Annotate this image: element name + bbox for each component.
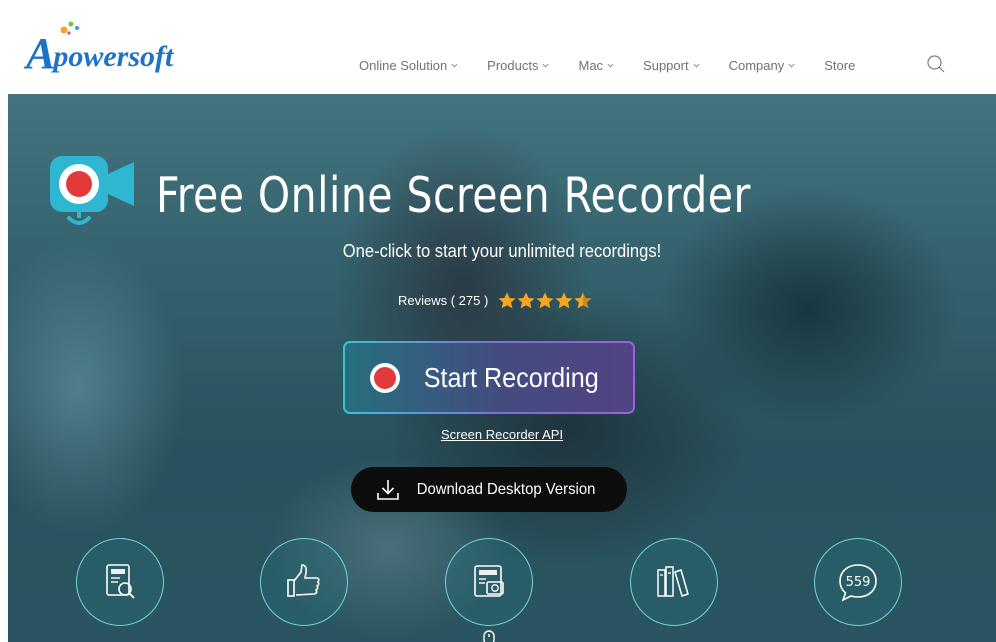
logo-text: powersoft	[53, 40, 174, 73]
star-rating	[498, 292, 593, 309]
document-search-icon	[106, 564, 135, 599]
reviews: Reviews ( 275 )	[398, 292, 593, 309]
nav-products[interactable]: Products	[487, 58, 549, 73]
feature-books[interactable]	[630, 538, 718, 626]
scroll-mouse-icon[interactable]	[482, 630, 496, 642]
thumbs-up-icon	[287, 564, 320, 597]
page: A powersoft Online Solution Products Mac	[8, 8, 996, 642]
star-icon	[536, 292, 554, 309]
page-title: Free Online Screen Recorder	[156, 166, 751, 224]
logo-dots-icon	[60, 21, 79, 35]
hero-subtitle: One-click to start your unlimited record…	[342, 241, 662, 261]
feature-camera-browser[interactable]	[445, 538, 533, 626]
apowersoft-logo[interactable]: A powersoft	[26, 21, 174, 78]
nav-mac[interactable]: Mac	[578, 58, 614, 73]
comment-count: 559	[845, 574, 871, 590]
logo-initial: A	[26, 29, 56, 78]
chevron-down-icon	[607, 63, 614, 68]
hero-title-row: Free Online Screen Recorder	[48, 152, 796, 238]
record-icon	[369, 362, 400, 393]
star-icon	[517, 292, 535, 309]
start-recording-button[interactable]: Start Recording	[343, 341, 635, 414]
feature-comments[interactable]: 559	[814, 538, 902, 626]
half-star-icon	[574, 292, 592, 309]
download-icon	[377, 479, 399, 500]
nav-online-solution[interactable]: Online Solution	[359, 58, 458, 73]
star-icon	[555, 292, 573, 309]
main-nav: Online Solution Products Mac Support Com…	[359, 58, 884, 73]
feature-document-search[interactable]	[76, 538, 164, 626]
chevron-down-icon	[693, 63, 700, 68]
chevron-down-icon	[543, 63, 549, 68]
reviews-count: Reviews ( 275 )	[398, 293, 489, 308]
start-recording-label: Start Recording	[423, 361, 599, 393]
download-desktop-label: Download Desktop Version	[416, 480, 596, 498]
chevron-down-icon	[451, 63, 458, 68]
screen-recorder-api-link[interactable]: Screen Recorder API	[8, 427, 996, 442]
search-icon[interactable]	[926, 54, 946, 74]
chat-bubble-icon: 559	[836, 560, 880, 604]
feature-thumbs-up[interactable]	[260, 538, 348, 626]
nav-company[interactable]: Company	[729, 58, 796, 73]
nav-support[interactable]: Support	[643, 58, 700, 73]
download-desktop-button[interactable]: Download Desktop Version	[351, 467, 627, 512]
screen-recorder-camera-icon	[50, 156, 134, 225]
nav-store[interactable]: Store	[824, 58, 855, 73]
star-icon	[498, 292, 516, 309]
books-icon	[657, 566, 689, 597]
camera-browser-icon	[474, 565, 504, 597]
chevron-down-icon	[788, 63, 795, 68]
navbar: A powersoft Online Solution Products Mac	[8, 8, 996, 94]
feature-icons-row: 559	[8, 534, 996, 642]
